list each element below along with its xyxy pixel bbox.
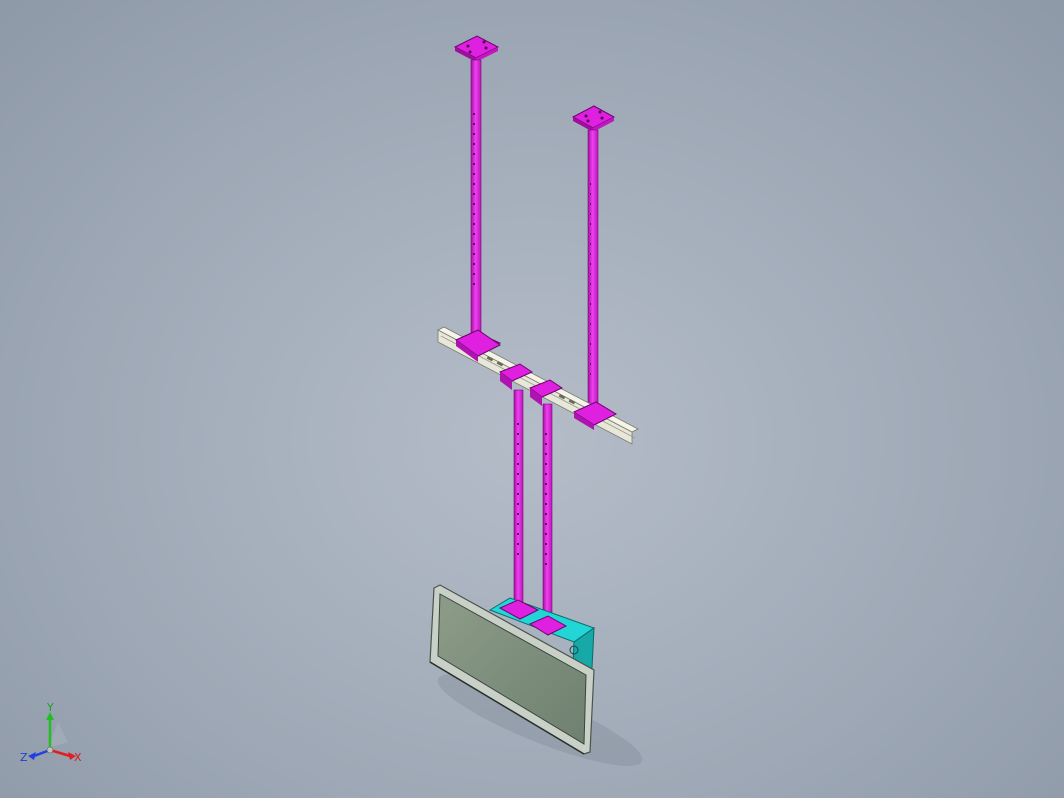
orientation-triad[interactable]: Y X Z <box>18 700 98 780</box>
y-axis-label: Y <box>46 701 54 714</box>
upper-right-pole[interactable] <box>571 105 616 411</box>
mounting-rail[interactable] <box>437 326 639 445</box>
lower-right-pole[interactable] <box>542 403 553 623</box>
graphics-viewport[interactable]: Y X Z <box>0 0 1064 798</box>
cad-model[interactable] <box>0 0 1064 798</box>
x-axis-label: X <box>74 751 82 764</box>
upper-right-ceiling-plate[interactable] <box>571 105 616 129</box>
upper-left-pole[interactable] <box>453 35 502 355</box>
z-axis-label: Z <box>20 751 28 764</box>
lower-left-pole[interactable] <box>513 389 524 609</box>
upper-left-ceiling-plate[interactable] <box>453 35 500 59</box>
